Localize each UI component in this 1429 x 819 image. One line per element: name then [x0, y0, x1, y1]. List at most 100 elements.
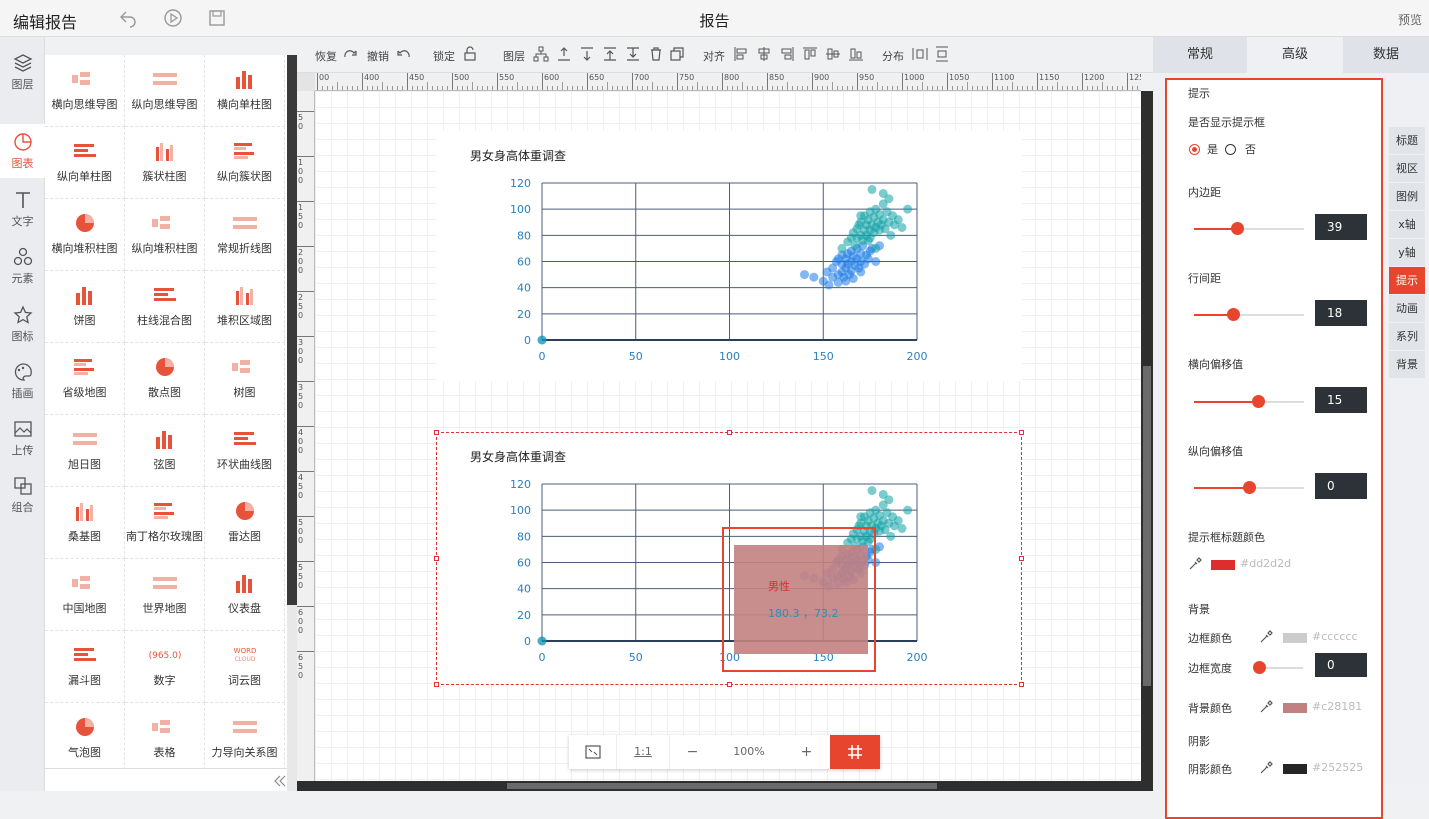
zoom-out-button[interactable]: −: [670, 735, 715, 769]
chart-type-13[interactable]: 散点图: [125, 343, 205, 415]
play-icon[interactable]: [163, 8, 183, 28]
line-height-slider[interactable]: [1194, 308, 1304, 321]
chart-type-3[interactable]: 纵向单柱图: [45, 127, 125, 199]
nav-text[interactable]: 文字: [0, 182, 45, 238]
nav-upload[interactable]: 上传: [0, 411, 45, 467]
chart-type-14[interactable]: 树图: [205, 343, 285, 415]
canvas-scrollbar-v[interactable]: [1141, 91, 1153, 791]
align-left-icon[interactable]: [733, 46, 749, 62]
side-tab-4[interactable]: y轴: [1389, 239, 1425, 267]
resize-handle-sw[interactable]: [434, 682, 439, 687]
undo-button[interactable]: 撤销: [367, 48, 389, 64]
fit-screen-button[interactable]: [569, 735, 617, 769]
shadow-color-hex[interactable]: #252525: [1312, 761, 1363, 774]
distribute-h-icon[interactable]: [912, 46, 928, 62]
offset-x-slider[interactable]: [1194, 395, 1304, 408]
chart-type-29[interactable]: 力导向关系图: [205, 703, 285, 768]
title-color-hex[interactable]: #dd2d2d: [1240, 557, 1291, 570]
resize-handle-se[interactable]: [1019, 682, 1024, 687]
save-icon[interactable]: [207, 8, 227, 28]
line-height-input[interactable]: 18: [1315, 300, 1367, 326]
bring-to-front-icon[interactable]: [602, 46, 618, 62]
nav-layers[interactable]: 图层: [0, 45, 45, 101]
redo-button[interactable]: 恢复: [315, 48, 337, 64]
bg-color-hex[interactable]: #c28181: [1312, 700, 1362, 713]
align-right-icon[interactable]: [779, 46, 795, 62]
padding-input[interactable]: 39: [1315, 214, 1367, 240]
align-middle-v-icon[interactable]: [825, 46, 841, 62]
side-tab-1[interactable]: 视区: [1389, 155, 1425, 183]
chart-type-27[interactable]: 气泡图: [45, 703, 125, 768]
offset-x-input[interactable]: 15: [1315, 387, 1367, 413]
resize-handle-s[interactable]: [727, 682, 732, 687]
eyedropper-icon[interactable]: [1188, 557, 1202, 571]
chart-type-25[interactable]: (965.0) 数字: [125, 631, 205, 703]
lock-button[interactable]: 锁定: [433, 48, 455, 64]
chart-type-17[interactable]: 环状曲线图: [205, 415, 285, 487]
side-tab-2[interactable]: 图例: [1389, 183, 1425, 211]
tab-data[interactable]: 数据: [1343, 37, 1429, 73]
align-top-icon[interactable]: [802, 46, 818, 62]
offset-x-slider-knob[interactable]: [1251, 395, 1265, 408]
copy-icon[interactable]: [669, 46, 685, 62]
chart-type-20[interactable]: 雷达图: [205, 487, 285, 559]
resize-handle-w[interactable]: [434, 556, 439, 561]
back-icon[interactable]: [118, 8, 138, 28]
side-tab-6[interactable]: 动画: [1389, 295, 1425, 323]
lock-icon[interactable]: [462, 46, 478, 62]
title-color-swatch[interactable]: [1211, 560, 1235, 570]
preview-button[interactable]: 预览: [1398, 11, 1422, 28]
chart-type-1[interactable]: 纵向思维导图: [125, 55, 205, 127]
offset-y-slider[interactable]: [1194, 481, 1304, 494]
side-tab-0[interactable]: 标题: [1389, 127, 1425, 155]
bg-color-swatch[interactable]: [1283, 703, 1307, 713]
collapse-icon[interactable]: [273, 774, 287, 788]
line-height-slider-knob[interactable]: [1226, 308, 1240, 321]
eyedropper-icon[interactable]: [1259, 761, 1273, 775]
radio-yes[interactable]: [1189, 144, 1200, 155]
chart-type-10[interactable]: 柱线混合图: [125, 271, 205, 343]
nav-group[interactable]: 组合: [0, 468, 45, 524]
bring-forward-icon[interactable]: [556, 46, 572, 62]
chart-type-21[interactable]: 中国地图: [45, 559, 125, 631]
radio-no[interactable]: [1225, 144, 1236, 155]
panel-scrollbar[interactable]: [287, 55, 297, 791]
eyedropper-icon[interactable]: [1259, 700, 1273, 714]
chart-type-9[interactable]: 饼图: [45, 271, 125, 343]
eyedropper-icon[interactable]: [1259, 630, 1273, 644]
chart-type-22[interactable]: 世界地图: [125, 559, 205, 631]
redo-icon[interactable]: [342, 46, 358, 62]
chart-widget-1[interactable]: 男女身高体重调查 0 20 40 60 80 100 120 0 50 100 150 200: [436, 131, 1022, 381]
chart-type-19[interactable]: 南丁格尔玫瑰图: [125, 487, 205, 559]
chart-type-26[interactable]: WORD CLOUD 词云图: [205, 631, 285, 703]
border-width-input[interactable]: 0: [1315, 653, 1367, 677]
resize-handle-e[interactable]: [1019, 556, 1024, 561]
chart-type-7[interactable]: 纵向堆积柱图: [125, 199, 205, 271]
align-center-h-icon[interactable]: [756, 46, 772, 62]
offset-y-slider-knob[interactable]: [1243, 481, 1256, 494]
zoom-ratio-button[interactable]: 1:1: [617, 735, 670, 769]
side-tab-5[interactable]: 提示: [1389, 267, 1425, 295]
chart-type-11[interactable]: 堆积区域图: [205, 271, 285, 343]
border-color-swatch[interactable]: [1283, 633, 1307, 643]
canvas-scrollbar-h-thumb[interactable]: [507, 783, 937, 789]
tab-advanced[interactable]: 高级: [1247, 37, 1343, 73]
padding-slider[interactable]: [1194, 222, 1304, 235]
chart-type-6[interactable]: 横向堆积柱图: [45, 199, 125, 271]
chart-type-28[interactable]: 表格: [125, 703, 205, 768]
side-tab-3[interactable]: x轴: [1389, 211, 1425, 239]
delete-icon[interactable]: [648, 46, 664, 62]
panel-scrollbar-thumb[interactable]: [287, 55, 297, 605]
distribute-v-icon[interactable]: [934, 46, 950, 62]
grid-toggle-button[interactable]: [830, 735, 880, 769]
side-tab-7[interactable]: 系列: [1389, 323, 1425, 351]
offset-y-input[interactable]: 0: [1315, 473, 1367, 499]
canvas-scrollbar-h[interactable]: [297, 781, 1141, 791]
nav-elements[interactable]: 元素: [0, 239, 45, 295]
send-to-back-icon[interactable]: [625, 46, 641, 62]
send-backward-icon[interactable]: [579, 46, 595, 62]
nav-charts[interactable]: 图表: [0, 124, 45, 178]
chart-type-12[interactable]: 省级地图: [45, 343, 125, 415]
chart-type-0[interactable]: 横向思维导图: [45, 55, 125, 127]
border-width-slider-knob[interactable]: [1253, 661, 1266, 674]
